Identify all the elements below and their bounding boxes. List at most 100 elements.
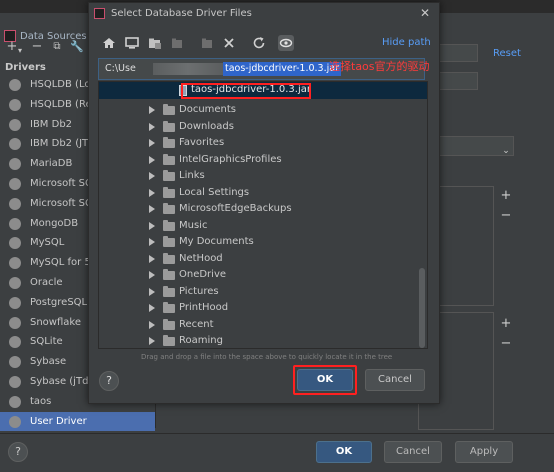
driver-label: MariaDB [30,158,73,170]
tree-folder-item[interactable]: IntelGraphicsProfiles [99,152,419,169]
apply-button[interactable]: Apply [455,441,513,463]
driver-label: MongoDB [30,217,79,229]
expand-arrow-icon[interactable] [149,304,155,312]
folder-name: Downloads [179,120,234,132]
driver-label: Snowflake [30,316,81,328]
driver-label: Microsoft SC [30,177,93,189]
tree-folder-item[interactable]: PrintHood [99,300,419,317]
refresh-icon[interactable] [251,35,267,51]
help-button[interactable]: ? [99,371,119,391]
hsqldb-icon [9,98,21,111]
folder-icon [163,236,175,247]
driver-label: MySQL for 5. [30,257,94,269]
mysql-icon [9,237,21,250]
remove-template-icon[interactable]: − [500,336,512,351]
expand-arrow-icon[interactable] [149,188,155,197]
expand-arrow-icon[interactable] [149,320,155,329]
module-icon[interactable] [169,35,185,51]
driver-icon [9,395,21,408]
mariadb-icon [9,158,21,171]
ok-button[interactable]: OK [316,441,372,463]
tree-folder-item[interactable]: OneDrive [99,267,419,284]
folder-icon [163,137,175,148]
scrollbar[interactable] [419,268,425,348]
folder-icon [163,170,175,181]
tree-folder-item[interactable]: Links [99,168,419,185]
driver-label: taos [30,395,52,407]
driver-item[interactable]: User Driver [0,411,155,432]
mssql-icon [9,197,21,210]
tree-folder-item[interactable]: Roaming [99,333,419,348]
cancel-button[interactable]: Cancel [365,369,425,391]
remove-icon[interactable]: − [30,40,44,54]
reset-link[interactable]: Reset [493,48,521,59]
expand-arrow-icon[interactable] [149,155,155,164]
folder-name: Links [179,170,205,181]
add-file-icon[interactable]: + [500,188,512,203]
path-annotation: 选择taos官方的驱动 [329,60,430,73]
ok-button[interactable]: OK [297,369,353,391]
sybase-icon [9,356,21,369]
drag-hint: Drag and drop a file into the space abov… [141,353,393,361]
desktop-icon[interactable] [124,35,140,51]
folder-name: IntelGraphicsProfiles [179,153,282,165]
folder-icon [163,335,175,346]
wrench-icon[interactable]: 🔧 [70,40,84,54]
driver-label: SQLite [30,336,63,348]
dropdown-chevron-icon[interactable]: ▾ [13,44,27,58]
file-tree[interactable]: taos-jdbcdriver-1.0.3.jar Documents Downl… [98,81,428,349]
expand-arrow-icon[interactable] [149,254,155,263]
driver-label: MySQL [30,237,65,249]
tree-folder-item[interactable]: Favorites [99,135,419,152]
new-folder-icon[interactable] [199,35,215,51]
folder-name: My Documents [179,236,254,247]
chevron-down-icon: ⌄ [502,146,510,156]
sqlite-icon [9,336,21,349]
show-hidden-icon[interactable] [278,35,294,51]
copy-icon[interactable]: ⧉ [50,40,64,54]
driver-label: HSQLDB (Lo [30,79,91,90]
expand-arrow-icon[interactable] [149,337,155,345]
remove-file-icon[interactable]: − [500,208,512,223]
expand-arrow-icon[interactable] [149,205,155,213]
tree-folder-item[interactable]: Documents [99,102,419,119]
folder-name: Roaming [179,335,223,346]
expand-arrow-icon[interactable] [149,221,155,230]
tree-folder-item[interactable]: Recent [99,317,419,334]
tree-folder-item[interactable]: MicrosoftEdgeBackups [99,201,419,218]
folder-name: Favorites [179,137,225,148]
folder-name: Pictures [179,285,219,297]
add-template-icon[interactable]: + [500,316,512,331]
select-driver-files-dialog: Select Database Driver Files ✕ Hide path… [88,2,440,404]
expand-arrow-icon[interactable] [149,122,155,131]
driver-icon [9,415,21,428]
expand-arrow-icon[interactable] [149,172,155,180]
expand-arrow-icon[interactable] [149,271,155,279]
expand-arrow-icon[interactable] [149,139,155,147]
oracle-icon [9,276,21,289]
tree-folder-item[interactable]: Pictures [99,284,419,301]
close-icon[interactable]: ✕ [418,6,432,20]
folder-name: PrintHood [179,302,229,313]
tree-folder-item[interactable]: NetHood [99,251,419,268]
expand-arrow-icon[interactable] [149,238,155,246]
expand-arrow-icon[interactable] [149,106,155,114]
home-icon[interactable] [101,35,117,51]
folder-icon [163,302,175,313]
expand-arrow-icon[interactable] [149,287,155,296]
tree-folder-item[interactable]: My Documents [99,234,419,251]
help-button[interactable]: ? [8,442,28,462]
folder-icon [163,120,175,132]
tree-folder-item[interactable]: Music [99,218,419,235]
delete-icon[interactable] [221,35,237,51]
cancel-button[interactable]: Cancel [384,441,442,463]
project-icon[interactable] [147,35,163,51]
folder-name: MicrosoftEdgeBackups [179,203,292,214]
folder-name: Recent [179,318,214,330]
driver-label: Sybase [30,356,67,368]
tree-folder-item[interactable]: Downloads [99,119,419,136]
hide-path-link[interactable]: Hide path [382,37,431,48]
path-prefix: C:\Use [105,63,136,74]
tree-folder-item[interactable]: Local Settings [99,185,419,202]
folder-icon [163,203,175,214]
